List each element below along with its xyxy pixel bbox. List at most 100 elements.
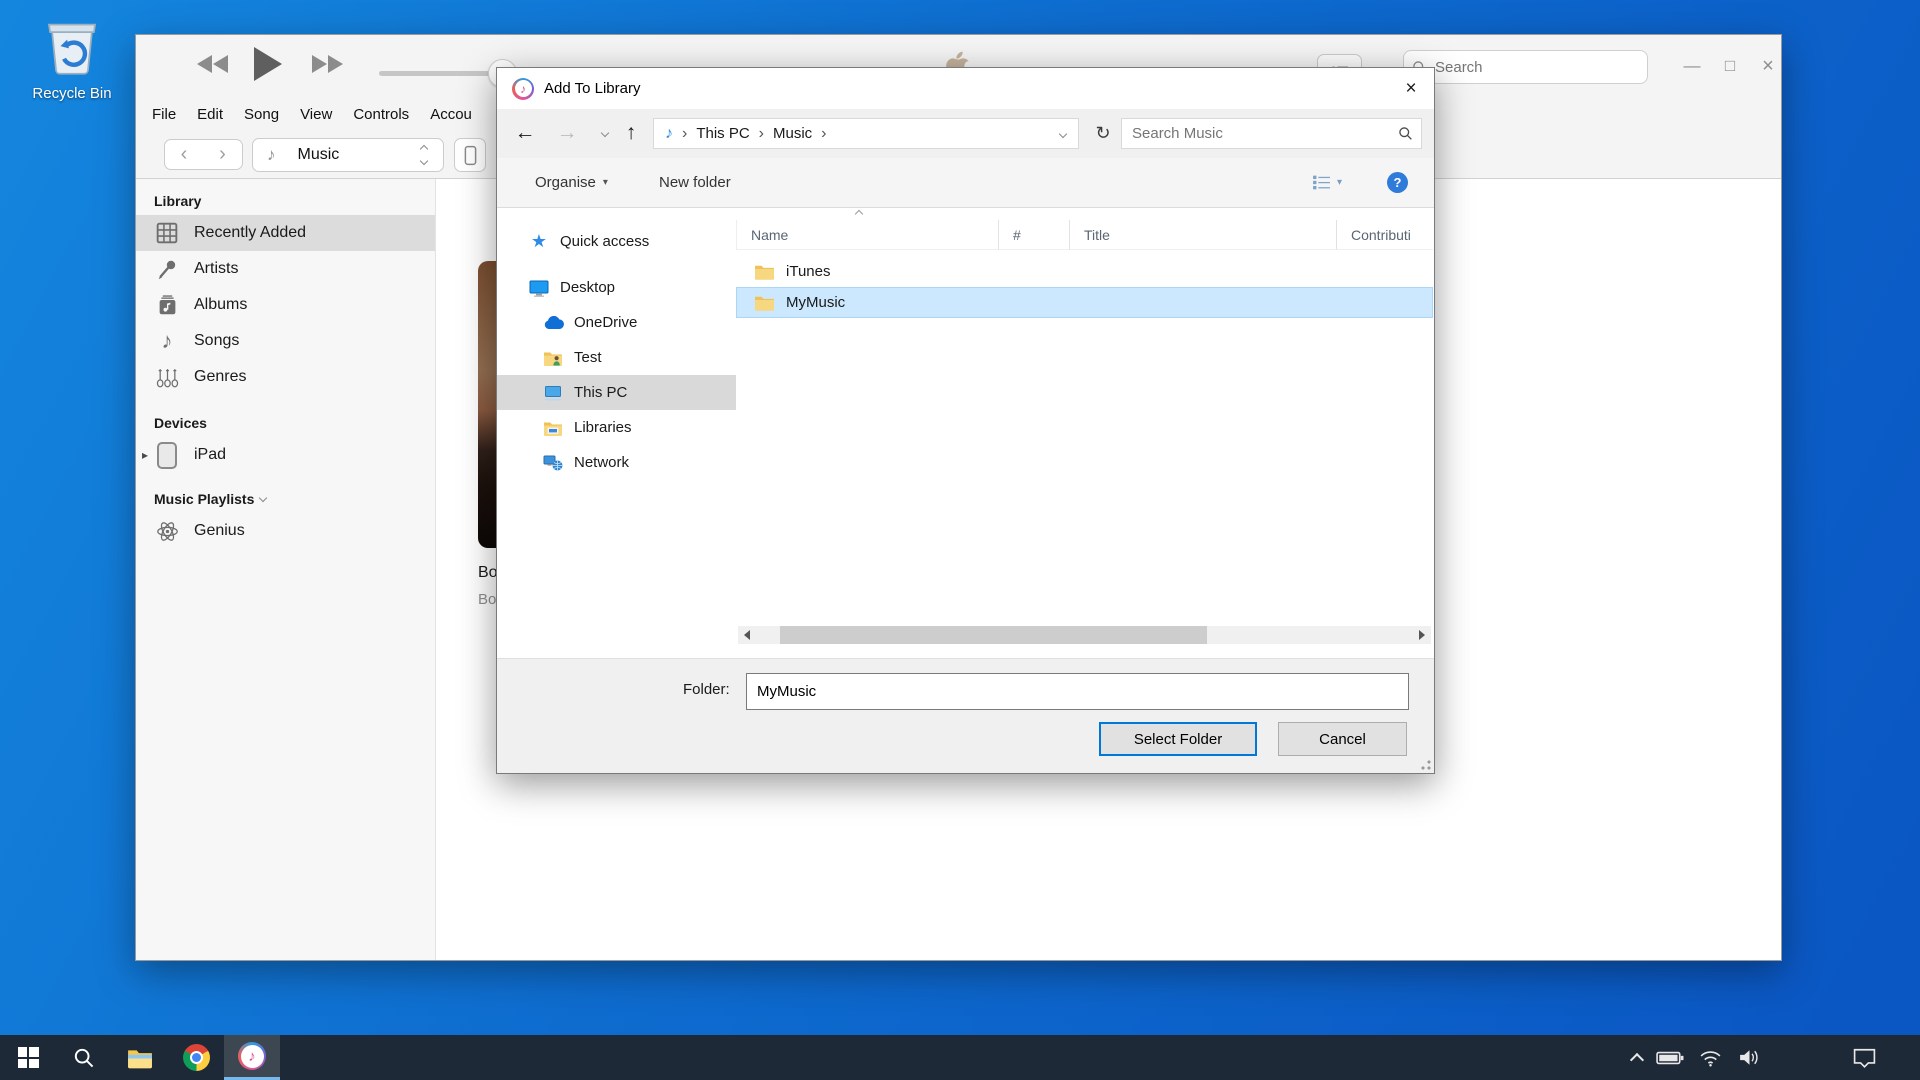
column-header-title[interactable]: Title — [1069, 220, 1336, 250]
new-folder-button[interactable]: New folder — [659, 158, 731, 207]
volume-slider-track[interactable] — [379, 71, 503, 76]
action-center-button[interactable] — [1852, 1035, 1877, 1080]
sidebar-item-genius[interactable]: Genius — [136, 513, 435, 549]
refresh-icon: ↻ — [1095, 123, 1110, 144]
chevron-down-icon[interactable] — [259, 493, 267, 501]
volume-icon[interactable] — [1737, 1048, 1762, 1067]
sidebar-item-label: Libraries — [574, 419, 632, 436]
breadcrumb-this-pc[interactable]: This PC — [696, 125, 749, 142]
scroll-left-button[interactable] — [738, 626, 756, 644]
address-dropdown-icon[interactable] — [1059, 130, 1067, 138]
breadcrumb-music[interactable]: Music — [773, 125, 812, 142]
refresh-button[interactable]: ↻ — [1089, 119, 1117, 147]
nav-back-button[interactable]: ← — [511, 119, 539, 147]
menu-edit[interactable]: Edit — [197, 106, 223, 123]
sidebar-item-artists[interactable]: Artists — [136, 251, 435, 287]
sidebar-item-libraries[interactable]: Libraries — [497, 410, 736, 445]
scrollbar-thumb[interactable] — [780, 626, 1207, 644]
column-header-number[interactable]: # — [998, 220, 1069, 250]
add-to-library-dialog: ♪ Add To Library × ← → ↑ ♪ › This PC › M… — [496, 67, 1435, 774]
folder-name-input[interactable] — [747, 683, 1408, 700]
wifi-icon[interactable] — [1698, 1048, 1723, 1067]
rewind-icon — [213, 55, 228, 73]
library-selector[interactable]: ♪ Music — [252, 138, 444, 172]
organise-menu-button[interactable]: Organise ▾ — [535, 158, 608, 207]
menu-file[interactable]: File — [152, 106, 176, 123]
album-title[interactable]: Bo — [478, 564, 498, 582]
itunes-minimize-button[interactable]: — — [1676, 51, 1708, 81]
chevron-up-icon — [420, 145, 428, 153]
itunes-icon: ♪ — [238, 1042, 266, 1070]
menu-account[interactable]: Accou — [430, 106, 472, 123]
sidebar-item-desktop[interactable]: Desktop — [497, 270, 736, 305]
resize-grip[interactable] — [1421, 760, 1431, 770]
column-header-name[interactable]: Name — [737, 220, 998, 250]
breadcrumb-separator: › — [682, 125, 687, 143]
dialog-search-input[interactable] — [1130, 124, 1398, 143]
nav-forward-button[interactable]: → — [553, 119, 581, 147]
rewind-icon — [197, 55, 212, 73]
play-button[interactable] — [254, 47, 282, 86]
rewind-button[interactable] — [197, 55, 228, 73]
new-folder-label: New folder — [659, 174, 731, 191]
organise-label: Organise — [535, 174, 596, 191]
file-row-itunes[interactable]: iTunes — [736, 256, 1433, 287]
taskbar-itunes[interactable]: ♪ — [224, 1035, 280, 1080]
help-button[interactable]: ? — [1387, 158, 1408, 207]
dialog-titlebar[interactable]: ♪ Add To Library × — [497, 68, 1434, 109]
taskbar-chrome[interactable] — [168, 1035, 224, 1080]
sidebar-item-label: Genius — [194, 522, 245, 540]
taskbar-search-button[interactable] — [56, 1035, 112, 1080]
itunes-search-box[interactable] — [1403, 50, 1648, 84]
recycle-bin-shortcut[interactable]: Recycle Bin — [26, 14, 118, 102]
atom-icon — [152, 520, 182, 543]
menu-song[interactable]: Song — [244, 106, 279, 123]
sidebar-item-onedrive[interactable]: OneDrive — [497, 305, 736, 340]
column-header-contributing[interactable]: Contributi — [1336, 220, 1433, 250]
menu-view[interactable]: View — [300, 106, 332, 123]
nav-up-button[interactable]: ↑ — [617, 119, 645, 147]
sidebar-item-albums[interactable]: Albums — [136, 287, 435, 323]
sidebar-item-label: OneDrive — [574, 314, 637, 331]
nav-recent-dropdown[interactable] — [591, 119, 619, 147]
folder-icon — [754, 263, 775, 280]
horizontal-scrollbar[interactable] — [738, 626, 1431, 644]
cancel-button[interactable]: Cancel — [1278, 722, 1407, 756]
sidebar-item-network[interactable]: Network — [497, 445, 736, 480]
sidebar-item-ipad[interactable]: ▸ iPad — [136, 437, 435, 473]
expander-icon[interactable]: ▸ — [142, 448, 148, 462]
sidebar-item-this-pc[interactable]: This PC — [497, 375, 736, 410]
scroll-right-button[interactable] — [1413, 626, 1431, 644]
microphone-icon — [152, 258, 182, 280]
itunes-search-input[interactable] — [1433, 58, 1607, 77]
dialog-close-button[interactable]: × — [1388, 68, 1434, 109]
change-view-button[interactable]: ▾ — [1312, 158, 1342, 207]
sidebar-item-test[interactable]: Test — [497, 340, 736, 375]
file-row-mymusic[interactable]: MyMusic — [736, 287, 1433, 318]
select-folder-button[interactable]: Select Folder — [1099, 722, 1257, 756]
address-bar[interactable]: ♪ › This PC › Music › — [653, 118, 1079, 149]
itunes-maximize-button[interactable]: □ — [1714, 51, 1746, 81]
scrollbar-track[interactable] — [756, 626, 1413, 644]
sidebar-item-songs[interactable]: ♪ Songs — [136, 323, 435, 359]
sidebar-item-recently-added[interactable]: Recently Added — [136, 215, 435, 251]
itunes-close-button[interactable]: × — [1752, 51, 1784, 81]
album-artist[interactable]: Bo — [478, 591, 496, 608]
device-button[interactable] — [454, 138, 486, 172]
itunes-forward-button[interactable]: › — [203, 139, 243, 170]
taskbar-file-explorer[interactable] — [112, 1035, 168, 1080]
fast-forward-button[interactable] — [312, 55, 343, 73]
sidebar-item-genres[interactable]: Genres — [136, 359, 435, 395]
dialog-body: ★ Quick access Desktop OneDrive Test — [497, 208, 1434, 658]
menu-controls[interactable]: Controls — [353, 106, 409, 123]
triangle-right-icon — [1419, 630, 1425, 640]
itunes-back-button[interactable]: ‹ — [164, 139, 204, 170]
dialog-command-bar: Organise ▾ New folder ▾ ? — [497, 158, 1434, 208]
sidebar-item-label: Artists — [194, 260, 238, 278]
sidebar-item-quick-access[interactable]: ★ Quick access — [497, 224, 736, 259]
folder-name-field[interactable] — [746, 673, 1409, 710]
dialog-search-box[interactable] — [1121, 118, 1422, 149]
battery-icon[interactable] — [1656, 1050, 1684, 1066]
start-button[interactable] — [0, 1035, 56, 1080]
tray-expand-icon[interactable] — [1630, 1052, 1644, 1066]
